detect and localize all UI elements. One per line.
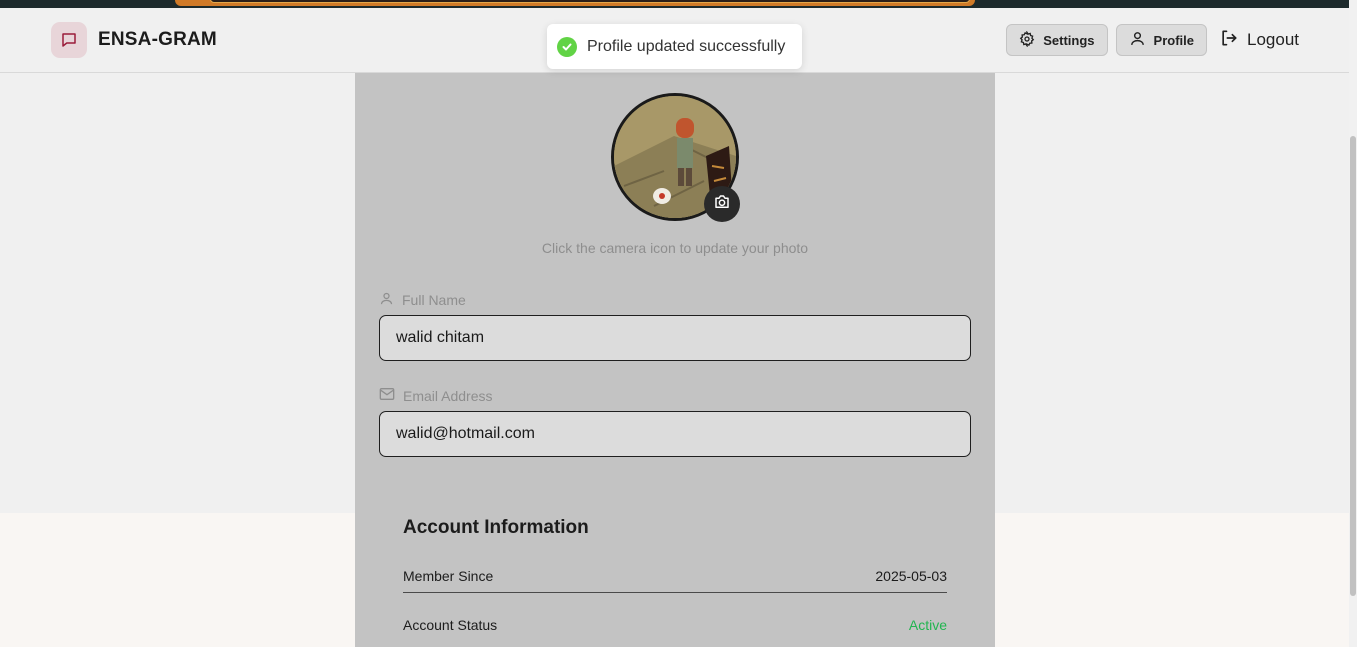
browser-banner-strip — [0, 0, 1349, 8]
settings-label: Settings — [1043, 32, 1095, 48]
toast-message: Profile updated successfully — [587, 37, 786, 55]
camera-icon — [713, 193, 731, 216]
account-status-label: Account Status — [403, 617, 498, 633]
account-status-row: Account Status Active — [403, 608, 947, 642]
full-name-label: Full Name — [379, 291, 466, 309]
chat-bubble-icon — [51, 22, 87, 58]
check-circle-icon — [557, 36, 577, 57]
settings-button[interactable]: Settings — [1006, 24, 1108, 56]
brand-name: ENSA-GRAM — [98, 29, 217, 50]
member-since-row: Member Since 2025-05-03 — [403, 559, 947, 593]
avatar-container — [611, 93, 740, 222]
profile-label: Profile — [1153, 32, 1194, 48]
logout-label: Logout — [1247, 30, 1299, 49]
logout-button[interactable]: Logout — [1215, 24, 1299, 56]
profile-button[interactable]: Profile — [1115, 24, 1207, 56]
gear-icon — [1019, 29, 1035, 50]
logout-icon — [1219, 28, 1239, 53]
status-badge: Active — [908, 617, 947, 633]
change-photo-button[interactable] — [704, 186, 740, 222]
user-icon — [1129, 30, 1146, 50]
full-name-label-text: Full Name — [402, 292, 466, 308]
full-name-input[interactable] — [379, 315, 971, 361]
brand[interactable]: ENSA-GRAM — [51, 22, 217, 58]
avatar-hint: Click the camera icon to update your pho… — [541, 240, 809, 256]
member-since-label: Member Since — [403, 567, 494, 584]
profile-card: Click the camera icon to update your pho… — [355, 73, 995, 647]
email-input[interactable] — [379, 411, 971, 457]
email-label: Email Address — [379, 387, 492, 404]
nav-actions: Settings Profile Logout — [1006, 24, 1299, 56]
account-info-title: Account Information — [403, 517, 589, 538]
mail-icon — [379, 387, 395, 404]
success-toast: Profile updated successfully — [547, 24, 802, 69]
user-icon — [379, 291, 394, 309]
member-since-value: 2025-05-03 — [875, 567, 947, 584]
scrollbar-thumb[interactable] — [1350, 136, 1356, 596]
email-label-text: Email Address — [403, 387, 493, 404]
